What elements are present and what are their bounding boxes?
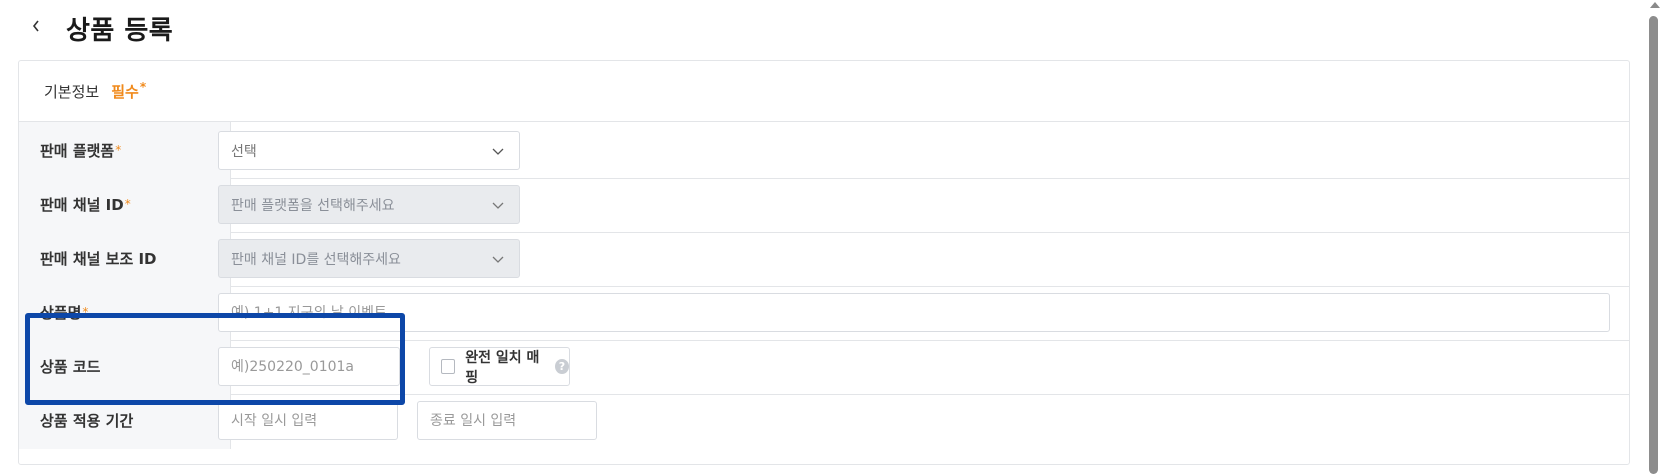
row-product-name: 상품명 * <box>19 284 1629 341</box>
channel-id-select[interactable]: 판매 플랫폼을 선택해주세요 <box>218 185 520 224</box>
exact-match-checkbox[interactable] <box>441 359 456 374</box>
page-title: 상품 등록 <box>66 16 174 46</box>
required-star: * <box>82 305 89 319</box>
row-platform: 판매 플랫폼 * 선택 <box>19 122 1629 179</box>
help-icon[interactable]: ? <box>554 359 569 374</box>
exact-match-label: 완전 일치 매핑 <box>465 349 540 386</box>
required-label: 필수 <box>111 83 139 101</box>
sub-channel-id-select-placeholder: 판매 채널 ID를 선택해주세요 <box>231 251 401 268</box>
product-name-label: 상품명 <box>40 303 82 322</box>
sub-channel-id-label: 판매 채널 보조 ID <box>40 249 157 268</box>
row-product-code: 상품 코드 완전 일치 매핑 ? <box>19 338 1629 395</box>
required-star: * <box>139 80 147 94</box>
chevron-down-icon <box>492 202 504 209</box>
required-star: * <box>124 197 131 211</box>
product-code-label: 상품 코드 <box>40 357 101 376</box>
back-button[interactable] <box>28 14 44 38</box>
channel-id-select-placeholder: 판매 플랫폼을 선택해주세요 <box>231 197 395 214</box>
row-sub-channel-id: 판매 채널 보조 ID 판매 채널 ID를 선택해주세요 <box>19 230 1629 287</box>
scrollbar[interactable] <box>1646 0 1666 474</box>
period-label: 상품 적용 기간 <box>40 412 134 430</box>
platform-select[interactable]: 선택 <box>218 131 520 170</box>
basic-info-card: 기본정보 필수* 판매 플랫폼 * 선택 판매 채널 ID * 판매 플랫폼을 선택… <box>18 60 1630 465</box>
chevron-down-icon <box>492 256 504 263</box>
required-star: * <box>115 143 122 157</box>
row-channel-id: 판매 채널 ID * 판매 플랫폼을 선택해주세요 <box>19 176 1629 233</box>
page-header: 상품 등록 <box>0 0 1640 56</box>
scroll-thumb[interactable] <box>1649 16 1658 474</box>
chevron-down-icon <box>492 148 504 155</box>
product-name-input[interactable] <box>218 293 1610 332</box>
channel-id-label: 판매 채널 ID <box>40 195 124 214</box>
exact-match-toggle[interactable]: 완전 일치 매핑 ? <box>429 347 570 386</box>
row-period: 상품 적용 기간 ~ <box>19 392 1629 449</box>
product-code-input[interactable] <box>218 347 400 386</box>
chevron-left-icon <box>32 20 39 32</box>
end-date-input[interactable] <box>417 401 597 440</box>
platform-label: 판매 플랫폼 <box>40 141 115 160</box>
sub-channel-id-select[interactable]: 판매 채널 ID를 선택해주세요 <box>218 239 520 278</box>
scroll-up-arrow-icon[interactable] <box>1650 2 1660 8</box>
required-badge: 필수* <box>111 80 146 102</box>
section-title: 기본정보 <box>44 82 100 101</box>
start-date-input[interactable] <box>218 401 398 440</box>
section-header: 기본정보 필수* <box>19 61 1629 122</box>
platform-select-value: 선택 <box>231 143 257 160</box>
